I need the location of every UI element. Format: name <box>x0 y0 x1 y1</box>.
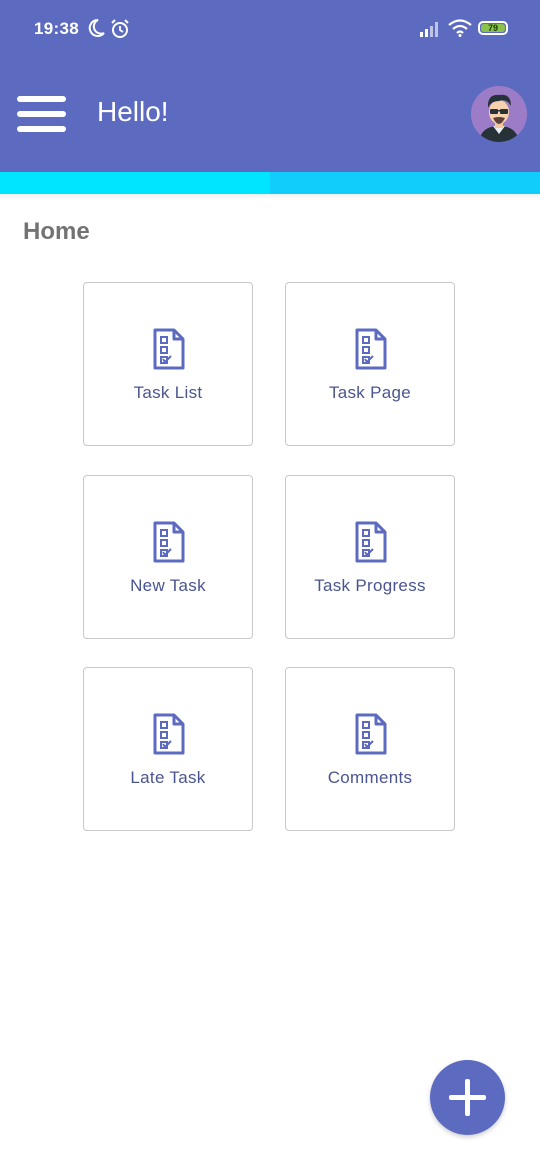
card-new-task[interactable]: New Task <box>83 475 253 639</box>
wifi-icon <box>448 19 472 42</box>
task-document-icon <box>152 713 186 760</box>
task-document-icon <box>354 328 388 375</box>
signal-icon <box>420 21 440 42</box>
task-document-icon <box>152 521 186 568</box>
alarm-icon <box>110 19 130 44</box>
add-task-fab[interactable] <box>430 1060 505 1135</box>
card-label: Task Page <box>328 383 412 402</box>
accent-strip <box>0 172 540 194</box>
card-label: Task Progress <box>314 576 426 595</box>
user-avatar[interactable] <box>471 86 527 142</box>
card-label: Comments <box>327 768 413 787</box>
card-comments[interactable]: Comments <box>285 667 455 831</box>
section-title: Home <box>23 218 90 245</box>
app-bar: Hello! <box>0 58 540 172</box>
card-task-page[interactable]: Task Page <box>285 282 455 446</box>
hamburger-menu-icon[interactable] <box>17 96 67 134</box>
card-late-task[interactable]: Late Task <box>83 667 253 831</box>
status-bar: 19:38 79 <box>0 0 540 58</box>
card-label: New Task <box>130 576 206 595</box>
moon-icon <box>87 18 105 43</box>
card-label: Late Task <box>130 768 206 787</box>
plus-icon-vertical <box>465 1079 470 1116</box>
battery-icon: 79 <box>478 21 508 35</box>
task-document-icon <box>152 328 186 375</box>
card-task-progress[interactable]: Task Progress <box>285 475 455 639</box>
status-time: 19:38 <box>34 19 79 38</box>
card-task-list[interactable]: Task List <box>83 282 253 446</box>
app-bar-title: Hello! <box>97 96 169 127</box>
task-document-icon <box>354 521 388 568</box>
strip-shadow <box>0 194 540 200</box>
task-document-icon <box>354 713 388 760</box>
card-label: Task List <box>133 383 203 402</box>
battery-level: 79 <box>481 24 505 33</box>
